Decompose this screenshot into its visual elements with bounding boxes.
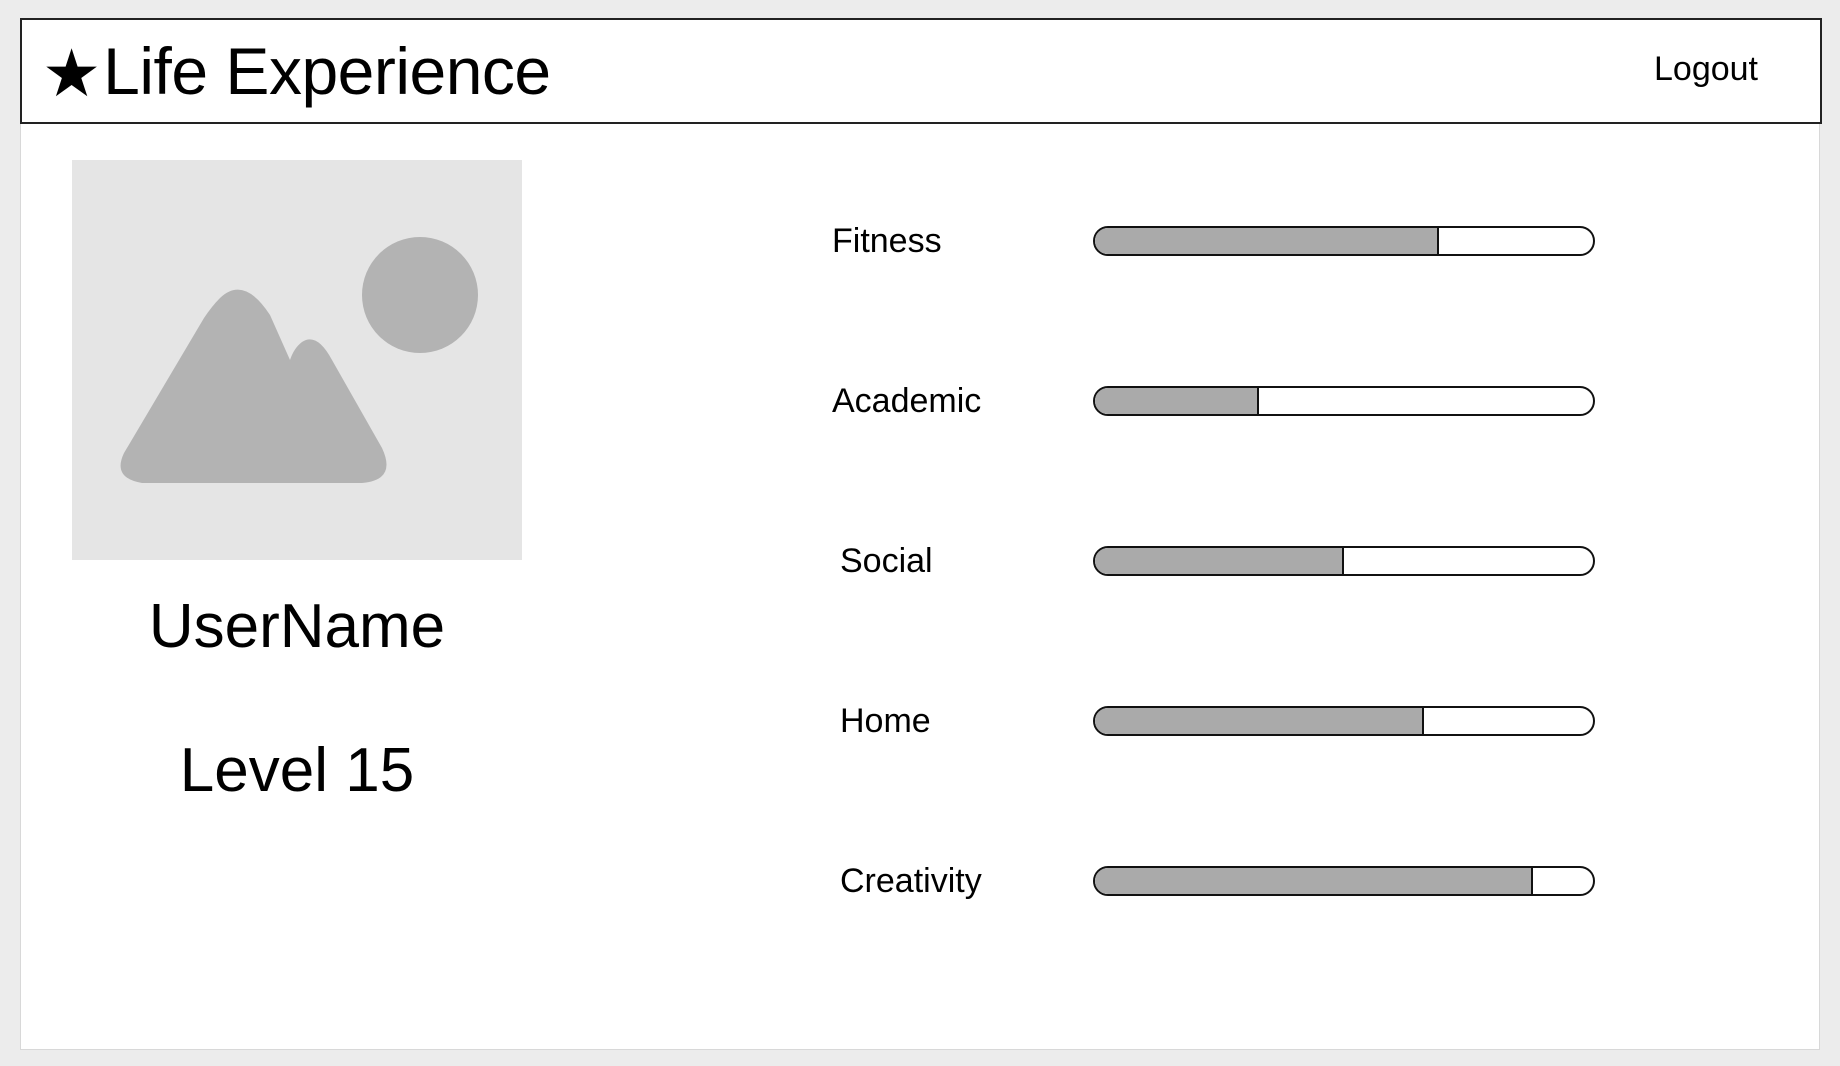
stat-row-fitness: Fitness (832, 222, 1595, 262)
brand[interactable]: ★ Life Experience (42, 34, 551, 108)
stat-row-home: Home (832, 702, 1595, 742)
user-level: Level 15 (179, 736, 415, 805)
stat-label-academic: Academic (832, 382, 982, 420)
avatar-image (72, 160, 522, 560)
progress-bar-social (1093, 546, 1595, 576)
stat-row-creativity: Creativity (832, 862, 1595, 902)
progress-fill-social (1095, 548, 1344, 574)
stat-label-social: Social (840, 542, 933, 580)
username: UserName (148, 592, 446, 661)
app-title: Life Experience (103, 34, 551, 108)
image-placeholder-icon (120, 237, 478, 483)
stat-row-social: Social (832, 542, 1595, 582)
stat-label-home: Home (840, 702, 931, 740)
progress-fill-fitness (1095, 228, 1439, 254)
progress-bar-creativity (1093, 866, 1595, 896)
app-header: ★ Life Experience Logout (20, 18, 1822, 124)
progress-fill-academic (1095, 388, 1260, 414)
stat-label-creativity: Creativity (840, 862, 982, 900)
progress-bar-fitness (1093, 226, 1595, 256)
stat-row-academic: Academic (832, 382, 1595, 422)
progress-bar-home (1093, 706, 1595, 736)
progress-bar-academic (1093, 386, 1595, 416)
stat-label-fitness: Fitness (832, 222, 942, 260)
star-icon: ★ (42, 36, 102, 110)
progress-fill-creativity (1095, 868, 1534, 894)
logout-link[interactable]: Logout (1654, 52, 1758, 86)
progress-fill-home (1095, 708, 1424, 734)
